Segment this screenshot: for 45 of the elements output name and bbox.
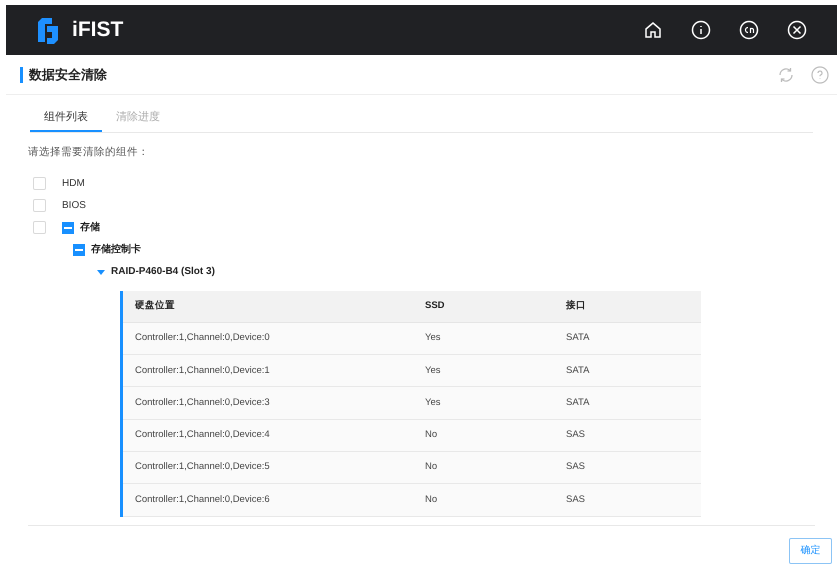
table-cell-text: Controller:1,Channel:0,Device:4	[135, 428, 271, 442]
table-cell-text: Yes	[425, 396, 442, 410]
tree-label: RAID-P460-B4 (Slot 3)	[111, 265, 215, 280]
tab[interactable]: 组件列表	[30, 105, 102, 132]
table-cell-text: No	[425, 492, 438, 507]
table-cell-text: No	[425, 460, 438, 474]
checkbox[interactable]	[33, 177, 46, 190]
close-icon[interactable]	[787, 20, 807, 40]
refresh-icon[interactable]	[777, 66, 795, 84]
table-cell-text: Controller:1,Channel:0,Device:1	[135, 364, 271, 378]
collapse-icon[interactable]	[73, 244, 85, 256]
tree-label: 存储	[80, 220, 100, 236]
checkbox[interactable]	[33, 199, 46, 212]
language-icon[interactable]	[739, 20, 759, 40]
table-cell-text: Controller:1,Channel:0,Device:0	[135, 331, 271, 346]
caret-icon[interactable]	[97, 268, 105, 276]
column-header: 接口	[566, 299, 587, 314]
info-icon[interactable]	[691, 20, 711, 40]
page-title: 数据安全清除	[29, 66, 107, 84]
table-cell-text: No	[425, 428, 438, 442]
confirm-button[interactable]: 确定	[789, 538, 832, 564]
table-cell-text: Controller:1,Channel:0,Device:3	[135, 396, 271, 410]
table-cell-text: SAS	[566, 428, 586, 442]
instruction-text: 请选择需要清除的组件：	[28, 145, 150, 160]
logo-icon	[36, 16, 60, 44]
column-header: SSD	[425, 299, 446, 314]
checkbox[interactable]	[33, 221, 46, 234]
tree-label: 存储控制卡	[91, 242, 141, 258]
table-cell-text: Yes	[425, 364, 442, 378]
table-cell-text: Controller:1,Channel:0,Device:6	[135, 492, 271, 507]
table-cell-text: Controller:1,Channel:0,Device:5	[135, 460, 271, 474]
table-cell-text: SAS	[566, 460, 586, 474]
table-cell-text: SATA	[566, 331, 590, 346]
table-cell-text: Yes	[425, 331, 442, 346]
column-header: 硬盘位置	[135, 299, 176, 314]
table-cell-text: SATA	[566, 396, 590, 410]
app-name: iFIST	[72, 17, 124, 44]
tree-label: BIOS	[62, 199, 86, 214]
tab[interactable]: 清除进度	[102, 105, 174, 132]
table-cell-text: SAS	[566, 492, 586, 507]
home-icon[interactable]	[643, 20, 663, 40]
help-icon[interactable]	[811, 66, 829, 84]
table-cell-text: SATA	[566, 364, 590, 378]
tree-label: HDM	[62, 177, 85, 192]
collapse-icon[interactable]	[62, 222, 74, 234]
